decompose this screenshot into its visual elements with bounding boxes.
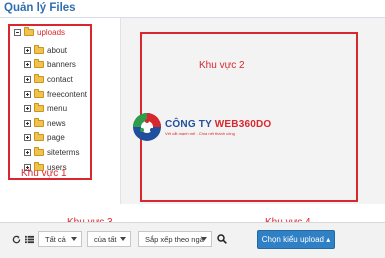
filter-type-select[interactable]: Tất cả [38, 231, 82, 247]
refresh-icon[interactable] [11, 234, 21, 244]
region-1-label: Khu vực 1 [21, 168, 67, 179]
upload-type-button[interactable]: Chọn kiểu upload ▴ [257, 230, 335, 249]
chevron-down-icon [120, 237, 126, 241]
page-title: Quản lý Files [4, 2, 76, 14]
search-icon[interactable] [216, 233, 227, 244]
chevron-down-icon [71, 237, 77, 241]
sort-value: Sắp xếp theo ngà [145, 234, 204, 244]
company-logo: CÔNG TY WEB360DO Vết cắt mạnh mẽ - Chìa … [132, 112, 271, 142]
logo-name-part1: CÔNG TY [165, 118, 215, 130]
sort-select[interactable]: Sắp xếp theo ngà [138, 231, 212, 247]
chevron-down-icon [201, 237, 207, 241]
filter-type-value: Tất cả [45, 234, 66, 244]
region-2-label: Khu vực 2 [199, 60, 245, 71]
filter-owner-select[interactable]: của tất [87, 231, 131, 247]
region-1-box [8, 24, 92, 180]
logo-name-part2: WEB360DO [214, 118, 272, 130]
list-view-icon[interactable] [24, 234, 34, 244]
logo-name: CÔNG TY WEB360DO [165, 119, 271, 130]
logo-tagline: Vết cắt mạnh mẽ - Chìa nết thành công [165, 130, 235, 136]
filter-owner-value: của tất [94, 234, 117, 244]
logo-mark-icon [132, 112, 162, 142]
